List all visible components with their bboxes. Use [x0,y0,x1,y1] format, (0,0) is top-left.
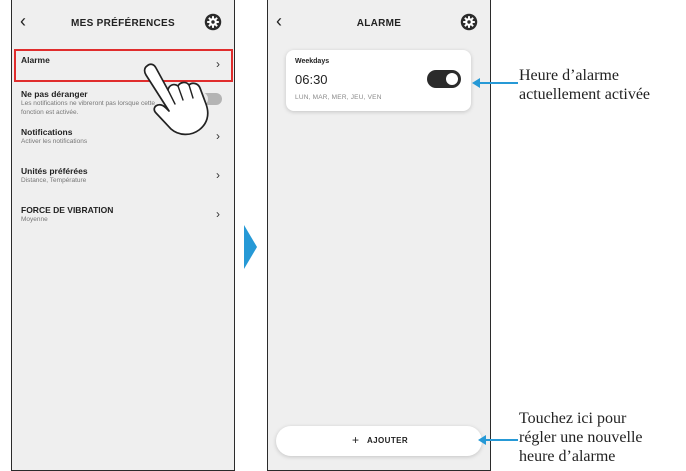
page-title: MES PRÉFÉRENCES [71,18,175,29]
menu-item-label: Notifications [21,127,73,137]
preferences-header: ‹ MES PRÉFÉRENCES [12,0,234,44]
callout-text-line: Touchez ici pour [519,410,627,427]
callout-active-alarm: Heure d’alarme actuellement activée [519,66,650,104]
chevron-right-icon: › [216,168,220,182]
alarm-card[interactable]: Weekdays 06:30 LUN, MAR, MER, JEU, VEN [286,50,471,111]
menu-item-vibration-strength[interactable]: FORCE DE VIBRATION Moyenne › [12,201,234,233]
chevron-right-icon: › [216,207,220,221]
menu-item-description: Distance, Température [21,177,87,184]
back-chevron-icon[interactable]: ‹ [276,12,282,30]
alarm-toggle[interactable] [427,70,461,88]
alarm-header: ‹ ALARME [268,0,490,44]
back-chevron-icon[interactable]: ‹ [20,12,26,30]
transition-arrow-icon [244,225,257,269]
add-alarm-button[interactable]: + AJOUTER [276,426,482,456]
callout-text-line: actuellement activée [519,86,651,103]
menu-item-label: Ne pas déranger [21,89,88,99]
callout-add-alarm: Touchez ici pour régler une nouvelle heu… [519,409,643,466]
gear-icon[interactable] [204,13,222,31]
callout-text-line: régler une nouvelle [519,429,643,446]
menu-item-description: Activer les notifications [21,138,88,145]
alarm-days: LUN, MAR, MER, JEU, VEN [295,94,382,101]
alarm-screen: ‹ ALARME Weekdays 06:30 LUN, MAR, MER, J… [267,0,491,471]
menu-item-label: Unités préférées [21,166,88,176]
callout-text-line: heure d’alarme [519,448,616,465]
pointing-hand-icon [143,63,209,136]
preferences-screen: ‹ MES PRÉFÉRENCES Alarme › Ne pas dérang… [11,0,235,471]
menu-item-description: Moyenne [21,216,48,223]
menu-item-preferred-units[interactable]: Unités préférées Distance, Température › [12,162,234,194]
menu-item-label: FORCE DE VIBRATION [21,205,114,215]
plus-icon: + [352,433,360,447]
page-title: ALARME [356,18,402,29]
callout-text-line: Heure d’alarme [519,67,619,84]
alarm-time: 06:30 [295,72,328,87]
callout-line [478,82,518,84]
alarm-name: Weekdays [295,58,330,65]
add-alarm-label: AJOUTER [367,436,409,445]
callout-line [484,439,518,441]
gear-icon[interactable] [460,13,478,31]
